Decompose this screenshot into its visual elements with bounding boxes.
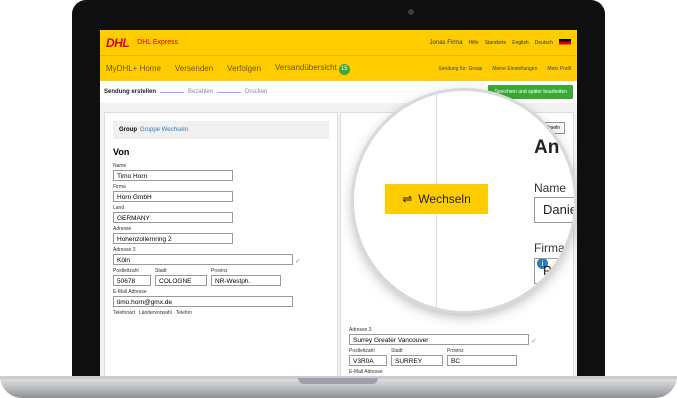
group-label: Group	[119, 127, 137, 133]
camera-icon	[408, 9, 414, 15]
r-adresse3-field[interactable]: Surrey Greater Vancouver	[349, 334, 529, 345]
step-drucken: Drucken	[245, 89, 268, 95]
nav-right: Sendung für: Group Meine Einstellungen M…	[438, 66, 571, 72]
provinz-field[interactable]: NR-Westph.	[211, 275, 281, 286]
plz-field[interactable]: 50678	[113, 275, 151, 286]
lens-name-field[interactable]: Daniel Ste	[534, 197, 574, 223]
wechseln-label: Wechseln	[418, 192, 471, 206]
r-adresse3-label: Adresse 3	[349, 327, 372, 333]
laptop-notch	[298, 378, 378, 384]
link-english[interactable]: English	[512, 40, 528, 46]
top-links: Jonas Firma Hilfe Standorte English Deut…	[430, 38, 571, 47]
user-name[interactable]: Jonas Firma	[430, 40, 463, 46]
link-standorte[interactable]: Standorte	[485, 40, 507, 46]
step-sendung-erstellen: Sendung erstellen	[104, 89, 157, 95]
mein-profil[interactable]: Mein Profil	[547, 66, 571, 72]
adresse-field[interactable]: Hohenzollernring 2	[113, 233, 233, 244]
lens-firma-text: Firma	[534, 241, 565, 255]
nav-versenden[interactable]: Versenden	[175, 64, 213, 73]
r-provinz-label: Provinz	[447, 348, 464, 354]
magnifier-lens: ⇌ Wechseln An Name Daniel Ste Firmai Pea…	[354, 91, 574, 311]
adresse3-label: Adresse 3	[113, 247, 136, 253]
stadt-label: Stadt	[155, 268, 167, 274]
telefon-label: Telefon	[175, 310, 192, 316]
name-field[interactable]: Timo Horn	[113, 170, 233, 181]
group-bar: Group Gruppe Wechseln	[113, 121, 329, 139]
check-icon: ✓	[531, 338, 537, 345]
step-divider	[217, 91, 242, 93]
nav-versandubersicht-label: Versandübersicht	[274, 62, 337, 72]
swap-icon: ⇌	[402, 192, 413, 206]
plz-label: Postleitzahl	[113, 268, 139, 274]
dhl-logo[interactable]: DHL	[106, 36, 130, 50]
land-label: Land	[113, 205, 125, 211]
nav-versandubersicht[interactable]: Versandübersicht 15	[275, 63, 350, 75]
email-label: E-Mail Adresse	[113, 289, 147, 295]
firma-field[interactable]: Horn GmbH	[113, 191, 233, 202]
meine-einstellungen[interactable]: Meine Einstellungen	[492, 66, 537, 72]
link-deutsch[interactable]: Deutsch	[535, 40, 553, 46]
r-provinz-field[interactable]: BC	[447, 355, 517, 366]
r-stadt-label: Stadt	[391, 348, 403, 354]
r-email-label: E-Mail Adresse	[349, 369, 383, 375]
link-hilfe[interactable]: Hilfe	[469, 40, 479, 46]
dhl-express-label: DHL Express	[137, 39, 179, 46]
screen: DHL DHL Express Jonas Firma Hilfe Stando…	[100, 30, 577, 376]
provinz-label: Provinz	[211, 268, 228, 274]
nav-home[interactable]: MyDHL+ Home	[106, 64, 161, 73]
land-field[interactable]: GERMANY	[113, 212, 233, 223]
firma-label: Firma	[113, 184, 126, 190]
section-an: An	[534, 137, 560, 158]
section-von: Von	[113, 147, 130, 157]
wechseln-button[interactable]: ⇌ Wechseln	[385, 184, 488, 214]
german-flag-icon	[559, 38, 571, 47]
lens-land-label: La	[534, 303, 548, 311]
check-icon: ✓	[295, 258, 301, 265]
stadt-field[interactable]: COLOGNE	[155, 275, 207, 286]
r-stadt-field[interactable]: SURREY	[391, 355, 443, 366]
header: DHL DHL Express Jonas Firma Hilfe Stando…	[100, 30, 577, 55]
telefonart-label: Telefonart	[113, 310, 135, 316]
sendung-fur[interactable]: Sendung für: Group	[438, 66, 482, 72]
group-change-link[interactable]: Gruppe Wechseln	[140, 127, 188, 133]
lens-firma-field[interactable]: Peanut	[534, 258, 574, 284]
count-badge: 15	[338, 63, 350, 75]
main-nav: MyDHL+ Home Versenden Verfolgen Versandü…	[100, 55, 577, 81]
step-divider	[160, 91, 185, 93]
email-field[interactable]: timo.horn@gmx.de	[113, 296, 293, 307]
sender-panel: Group Gruppe Wechseln Von Name Timo Horn …	[104, 112, 338, 376]
step-bezahlen: Bezahlen	[188, 89, 214, 95]
r-plz-field[interactable]: V3R0A	[349, 355, 387, 366]
r-plz-label: Postleitzahl	[349, 348, 375, 354]
landervorwahl-label: Ländervorwahl	[138, 310, 172, 316]
adresse3-field[interactable]: Köln	[113, 254, 293, 265]
adresse-label: Adresse	[113, 226, 132, 232]
lens-name-label: Name	[534, 181, 567, 195]
name-label: Name	[113, 163, 127, 169]
nav-verfolgen[interactable]: Verfolgen	[227, 64, 261, 73]
